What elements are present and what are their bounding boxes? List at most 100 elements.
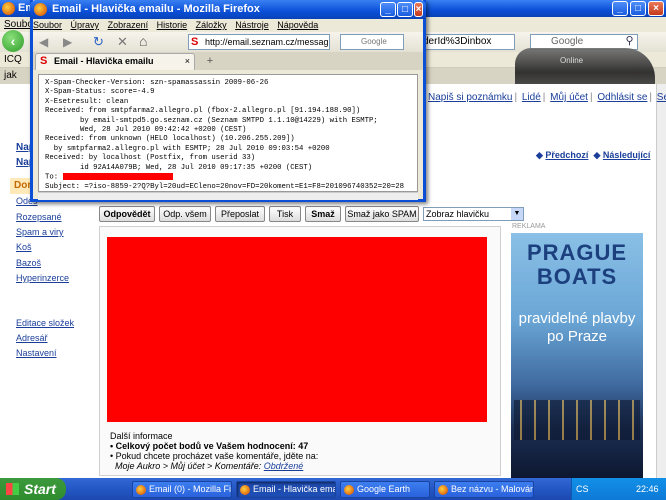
menu-napoveda[interactable]: Nápověda <box>277 20 318 30</box>
sidebar-item-trash[interactable]: Koš <box>16 242 32 252</box>
dialog-url-text: http://email.seznam.cz/messag <box>205 37 329 47</box>
taskbar-item-google-earth[interactable]: Google Earth <box>340 481 430 498</box>
info-points-value: 47 <box>298 441 309 451</box>
bg-url-field[interactable]: derId%3Dinbox <box>420 34 515 50</box>
message-pager: ◆ Předchozí ◆ Následující <box>536 150 651 160</box>
taskbar-item-label: Google Earth <box>357 484 411 494</box>
menu-soubor[interactable]: Soubor <box>33 20 62 30</box>
close-tab-icon[interactable]: × <box>185 54 190 69</box>
header-line: X-Spam-Checker-Version: szn-spamassassin… <box>45 79 269 87</box>
header-line: X-Spam-Status: score=-4.9 <box>45 88 155 97</box>
taskbar-item-label: Email - Hlavička email... <box>253 484 335 494</box>
language-indicator[interactable]: CS <box>576 484 589 494</box>
sidebar-item-settings[interactable]: Nastavení <box>16 348 57 358</box>
delete-as-spam-button[interactable]: Smaž jako SPAM <box>345 206 419 222</box>
dialog-hscrollbar[interactable] <box>38 192 418 200</box>
menu-zobrazeni[interactable]: Zobrazení <box>108 20 149 30</box>
header-line: Received: from smtpfarma2.allegro.pl (fb… <box>45 107 361 116</box>
link-people[interactable]: Lidé <box>522 92 541 103</box>
firefox-icon <box>34 3 47 16</box>
sidebar-item-hyperinzerce[interactable]: Hyperinzerce <box>16 273 69 283</box>
dialog-titlebar[interactable]: Email - Hlavička emailu - Mozilla Firefo… <box>30 0 426 19</box>
sidebar-item-addressbook[interactable]: Adresář <box>16 333 48 343</box>
header-to-line: To: <box>45 173 411 183</box>
firefox-icon <box>240 485 250 495</box>
menu-nastroje[interactable]: Nástroje <box>235 20 269 30</box>
back-icon[interactable]: ‹ <box>2 30 24 52</box>
dialog-menubar: Soubor Úpravy Zobrazení Historie Záložky… <box>33 19 423 32</box>
reload-icon[interactable]: ↻ <box>93 34 104 50</box>
link-logout[interactable]: Odhlásit se <box>597 92 647 103</box>
info-title: Další informace <box>110 431 173 441</box>
google-earth-icon <box>344 485 354 495</box>
stop-icon[interactable]: ✕ <box>117 34 128 50</box>
windows-logo-icon <box>6 483 19 495</box>
prev-message-link[interactable]: Předchozí <box>545 150 588 160</box>
bookmark-icq[interactable]: ICQ <box>4 54 22 65</box>
sidebar-item-drafts[interactable]: Rozepsané <box>16 212 62 222</box>
ad-title-line-2: BOATS <box>536 264 618 289</box>
sidebar-item-spam[interactable]: Spam a viry <box>16 227 64 237</box>
link-note[interactable]: Napiš si poznámku <box>428 92 512 103</box>
back-arrow-icon[interactable]: ◀ <box>39 35 48 49</box>
header-line: X-Esetresult: clean <box>45 97 129 106</box>
firefox-icon <box>2 2 15 15</box>
header-line: Received: by localhost (Postfix, from us… <box>45 154 256 163</box>
menu-zalozky[interactable]: Záložky <box>196 20 227 30</box>
page-scrollbar[interactable] <box>656 84 666 478</box>
maximize-button[interactable]: □ <box>630 1 646 16</box>
delete-button[interactable]: Smaž <box>305 206 341 222</box>
dialog-close-button[interactable]: × <box>414 2 423 17</box>
home-icon[interactable]: ⌂ <box>139 33 147 49</box>
to-label: To: <box>45 173 59 182</box>
redacted-recipient <box>62 173 173 181</box>
link-account[interactable]: Můj účet <box>550 92 588 103</box>
start-button[interactable]: Start <box>0 478 66 500</box>
paint-icon <box>438 485 448 495</box>
minimize-button[interactable]: _ <box>612 1 628 16</box>
ad-title-line-1: PRAGUE <box>526 240 628 265</box>
dialog-url-field[interactable]: S http://email.seznam.cz/messag <box>188 34 330 50</box>
chevron-down-icon[interactable]: ▼ <box>511 208 523 220</box>
dialog-maximize-button[interactable]: □ <box>397 2 413 17</box>
ad-label: REKLAMA <box>512 223 546 230</box>
header-subject-line: Subject: =?iso-8859-2?Q?Byl=20ud=ECleno=… <box>45 182 405 191</box>
sidebar-item-edit-folders[interactable]: Editace složek <box>16 318 74 328</box>
close-button[interactable]: × <box>648 1 664 16</box>
ad-title[interactable]: PRAGUE BOATS <box>511 241 643 289</box>
search-icon[interactable]: ⚲ <box>623 35 636 48</box>
dialog-minimize-button[interactable]: _ <box>380 2 396 17</box>
taskbar-item-email-inbox[interactable]: Email (0) - Mozilla Fire... <box>132 481 232 498</box>
top-links: Napiš si poznámku | Lidé | Můj účet | Odhlá… <box>428 92 666 103</box>
taskbar-item-label: Bez názvu - Malování <box>451 484 534 494</box>
redacted-image <box>107 237 487 422</box>
info-link-received[interactable]: Obdržené <box>264 461 304 471</box>
ad-tagline: pravidelné plavby po Praze <box>518 310 636 345</box>
email-headers-panel: X-Spam-Checker-Version: szn-spamassassin… <box>38 74 418 192</box>
taskbar-item-email-header[interactable]: Email - Hlavička email... <box>236 481 336 498</box>
dialog-tab-label: Email - Hlavička emailu <box>54 56 154 66</box>
forward-arrow-icon[interactable]: ▶ <box>63 35 72 49</box>
print-button[interactable]: Tisk <box>269 206 301 222</box>
sidebar-item-bazos[interactable]: Bazoš <box>16 258 41 268</box>
link-seznam[interactable]: Seznam <box>657 92 666 103</box>
header-view-select[interactable]: Zobraz hlavičku ▼ <box>423 207 524 221</box>
next-message-link[interactable]: Následující <box>603 150 651 160</box>
bg-tab[interactable]: jak <box>4 70 17 81</box>
taskbar-item-paint[interactable]: Bez názvu - Malování <box>434 481 534 498</box>
reply-button[interactable]: Odpovědět <box>99 206 155 222</box>
dialog-tab[interactable]: S Email - Hlavička emailu × <box>35 53 195 70</box>
forward-button[interactable]: Přeposlat <box>215 206 265 222</box>
seznam-icon: S <box>40 55 48 67</box>
ad-city-lights <box>514 400 640 440</box>
menu-upravy[interactable]: Úpravy <box>71 20 100 30</box>
car-banner-text: Online <box>560 56 584 65</box>
start-label: Start <box>24 481 56 497</box>
menu-historie[interactable]: Historie <box>157 20 188 30</box>
new-tab-icon[interactable]: + <box>203 53 217 69</box>
reply-all-button[interactable]: Odp. všem <box>159 206 211 222</box>
message-info: Další informace • Celkový počet bodů ve … <box>110 431 410 471</box>
dialog-search-input[interactable]: Google <box>340 34 404 50</box>
header-line: id 92A14A079B; Wed, 28 Jul 2010 09:17:35… <box>45 163 313 172</box>
info-line-2-text: Pokud chcete procházet vaše komentáře, j… <box>115 451 319 461</box>
